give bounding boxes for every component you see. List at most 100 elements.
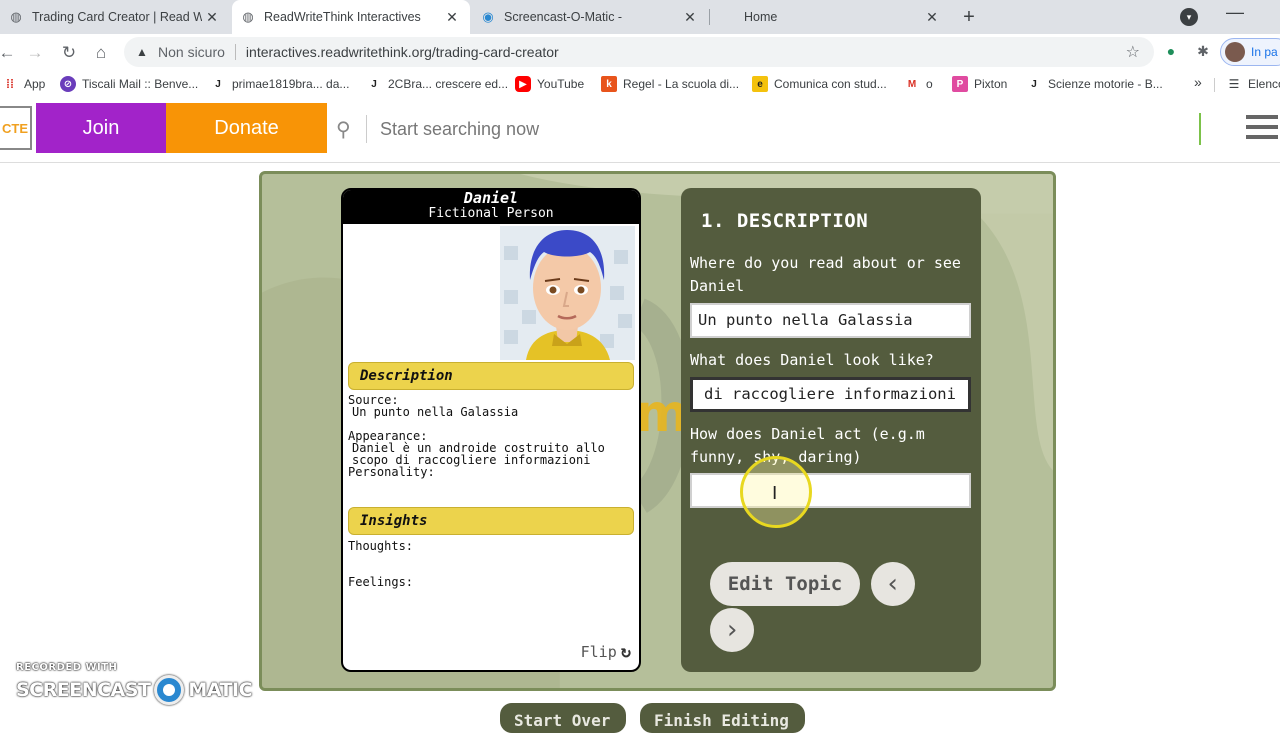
divider [234,44,236,60]
divider [366,115,367,143]
hamburger-menu-icon[interactable] [1246,115,1278,143]
bookmark-youtube[interactable]: ▶ YouTube [515,76,584,92]
new-tab-button[interactable]: + [958,6,980,28]
warning-icon: ▲ [136,45,148,59]
regel-icon: k [601,76,617,92]
apps-grid-icon: ⁞⁞ [6,77,14,91]
bookmark-gmail[interactable]: M o [904,76,933,92]
thoughts-label: Thoughts: [348,539,414,553]
trading-card: Daniel Fictional Person Description Sour… [341,188,641,672]
bookmark-label: primae1819bra... da... [232,77,350,91]
minimize-window-icon[interactable]: — [1226,2,1244,23]
divider [1214,78,1215,92]
reload-icon[interactable]: ↻ [58,42,80,64]
browser-toolbar: ← → ↻ ⌂ ▲ Non sicuro interactives.readwr… [0,34,1280,70]
bookmark-label: YouTube [537,77,585,91]
description-section-header: Description [348,362,634,390]
join-button[interactable]: Join [36,103,166,153]
bookmark-regel[interactable]: k Regel - La scuola di... [601,76,739,92]
address-bar[interactable]: ▲ Non sicuro interactives.readwritethink… [124,37,1154,67]
tiscali-icon: ⊘ [60,76,76,92]
gmail-icon: M [907,78,917,90]
bookmark-label: 2CBra... crescere ed... [388,77,509,91]
forward-arrow-icon[interactable]: → [24,42,46,64]
site-search-input[interactable] [380,113,880,145]
flip-label: Flip [580,643,617,661]
bookmark-reading-list[interactable]: ☰ Elenco [1226,76,1280,92]
avatar [1225,42,1245,62]
description-panel: 1. DESCRIPTION Where do you read about o… [681,188,981,672]
tab-screencast-o-matic[interactable]: ◉ Screencast-O-Matic - ✕ [472,0,708,34]
tab-readwritethink-interactives[interactable]: ◍ ReadWriteThink Interactives ✕ [232,0,470,34]
question-personality: How does Daniel act (e.g.m funny, shy, d… [690,425,925,466]
profile-button[interactable]: In pa [1220,38,1280,66]
tab-separator [709,9,710,25]
tab-search-icon[interactable]: ▾ [1180,8,1198,26]
bookmark-label: Tiscali Mail :: Benve... [82,77,199,91]
bookmarks-bar: ⁞⁞ App ⊘ Tiscali Mail :: Benve... J prim… [0,70,1280,98]
question-appearance: What does Daniel look like? [690,351,934,369]
bookmark-2cbra[interactable]: J 2CBra... crescere ed... [366,76,508,92]
screencast-icon: ◉ [482,9,494,24]
android-avatar-image [500,226,635,360]
search-icon[interactable]: ⚲ [336,117,351,142]
start-over-button[interactable]: Start Over [500,703,626,733]
donate-button[interactable]: Donate [166,103,327,153]
appearance-answer-input[interactable]: di raccogliere informazioni [690,377,971,412]
flip-button[interactable]: Flip ↻ [581,642,631,662]
bookmark-label: Scienze motorie - B... [1048,77,1163,91]
tab-home[interactable]: Home ✕ [712,0,950,34]
insights-section-header: Insights [348,507,634,535]
close-icon[interactable]: ✕ [442,7,462,27]
previous-button[interactable]: ‹ [871,562,915,606]
card-header: Daniel Fictional Person [343,190,639,224]
bookmark-primae[interactable]: J primae1819bra... da... [210,76,349,92]
card-type: Fictional Person [428,206,554,221]
bookmark-apps[interactable]: ⁞⁞ App [2,76,45,92]
back-arrow-icon[interactable]: ← [0,42,18,64]
j-icon: J [1031,78,1037,90]
extensions-puzzle-icon[interactable]: ✱ [1194,42,1212,60]
edit-topic-button[interactable]: Edit Topic [710,562,860,606]
bookmark-tiscali[interactable]: ⊘ Tiscali Mail :: Benve... [60,76,198,92]
personality-label: Personality: [348,465,435,479]
bookmark-star-icon[interactable]: ☆ [1126,42,1140,62]
close-icon[interactable]: ✕ [202,7,222,27]
finish-editing-button[interactable]: Finish Editing [640,703,805,733]
pixton-icon: P [952,76,968,92]
bookmark-pixton[interactable]: P Pixton [952,76,1007,92]
security-label: Non sicuro [158,44,225,60]
character-portrait [500,226,635,360]
bookmark-scienze-motorie[interactable]: J Scienze motorie - B... [1026,76,1163,92]
screencast-watermark: RECORDED WITH SCREENCAST MATIC [16,662,253,705]
site-header: CTE Join Donate ⚲ [0,103,1280,163]
personality-answer-input[interactable] [690,473,971,508]
bookmark-comunica[interactable]: e Comunica con stud... [752,76,887,92]
browser-tab-strip: ◍ Trading Card Creator | Read Write ✕ ◍ … [0,0,1280,34]
panel-title: 1. DESCRIPTION [701,210,869,232]
appearance-value: Daniel è un androide costruito allo scop… [352,441,605,467]
site-logo[interactable]: CTE [0,106,32,150]
tab-title: Home [744,10,778,24]
youtube-icon: ▶ [515,76,531,92]
home-icon[interactable]: ⌂ [90,42,112,64]
bookmark-label: App [24,77,46,91]
tab-trading-card-creator[interactable]: ◍ Trading Card Creator | Read Write ✕ [0,0,230,34]
bookmark-label: Comunica con stud... [774,77,887,91]
extension-icon[interactable]: ● [1162,42,1180,60]
globe-icon: ◍ [10,9,22,24]
close-icon[interactable]: ✕ [922,7,942,27]
next-button[interactable]: › [710,608,754,652]
chevron-right-icon[interactable]: » [1194,74,1202,90]
divider [1199,113,1201,145]
trading-card-app: m Daniel Fictional Person Description So… [259,171,1056,691]
text-cursor-icon: I [772,483,778,504]
url-text: interactives.readwritethink.org/trading-… [245,44,559,60]
refresh-icon: ↻ [620,642,631,662]
source-answer-input[interactable]: Un punto nella Galassia [690,303,971,338]
source-value: Un punto nella Galassia [352,405,519,419]
watermark-line1: RECORDED WITH [16,662,118,673]
j-icon: J [215,78,221,90]
feelings-label: Feelings: [348,575,414,589]
close-icon[interactable]: ✕ [680,7,700,27]
